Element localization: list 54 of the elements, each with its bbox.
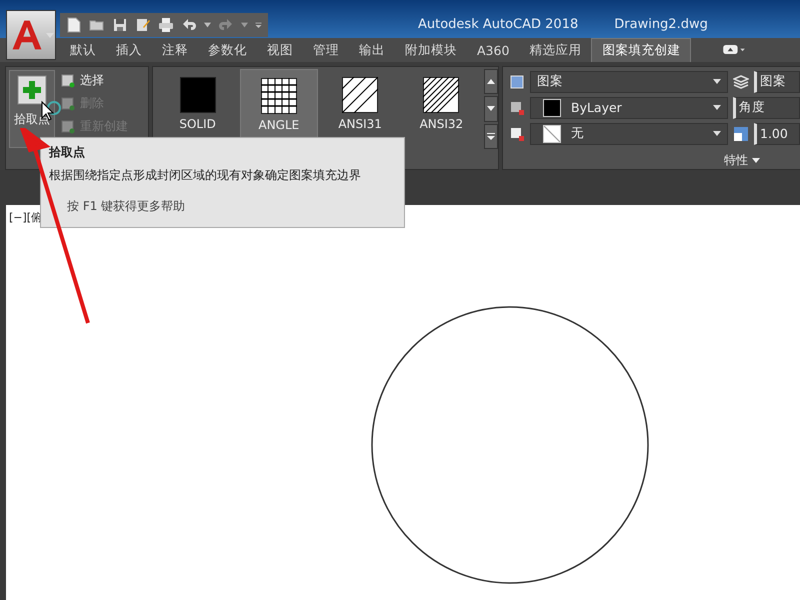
scale-field[interactable]: 1.00 [754, 122, 800, 144]
hatch-type-icon [509, 74, 525, 90]
boundary-tool-button[interactable]: 选择 [61, 72, 128, 89]
ribbon-tab[interactable]: 附加模块 [395, 38, 467, 62]
ribbon-tab[interactable]: 插入 [106, 38, 152, 62]
ribbon-tab[interactable]: 输出 [349, 38, 395, 62]
hatch-tool-icon [61, 96, 75, 110]
undo-icon[interactable] [181, 17, 197, 33]
gallery-expand-button[interactable] [484, 124, 498, 149]
customize-toolbar-icon[interactable] [255, 22, 262, 28]
application-menu-button[interactable] [6, 10, 56, 60]
caret-icon [713, 105, 721, 110]
gallery-scroll-up-button[interactable] [484, 69, 498, 94]
save-icon[interactable] [112, 17, 128, 33]
add-point-icon [17, 75, 47, 105]
background-color-icon [509, 126, 525, 142]
tooltip-help-text: 按 F1 键获得更多帮助 [66, 198, 186, 215]
ribbon-tab[interactable]: 参数化 [198, 38, 257, 62]
hatch-color-icon [509, 100, 525, 116]
color-swatch [543, 98, 561, 116]
caret-icon [713, 131, 721, 136]
hatch-tool-icon [61, 74, 75, 88]
down-arrow-icon [487, 106, 496, 112]
ribbon-tab[interactable]: 管理 [303, 38, 349, 62]
ribbon-tab[interactable]: A360 [467, 38, 520, 62]
up-arrow-icon [487, 79, 496, 84]
window-title: Autodesk AutoCAD 2018 [418, 17, 578, 32]
layers-icon[interactable] [733, 74, 749, 90]
ribbon-tab[interactable]: 注释 [152, 38, 198, 62]
hatch-tool-icon [61, 120, 75, 134]
caret-icon [752, 158, 760, 162]
panel-toggle-icon [723, 44, 746, 54]
caret-icon [713, 79, 721, 84]
ribbon-tab[interactable]: 默认 [60, 38, 106, 62]
ribbon-tab[interactable]: 精选应用 [519, 38, 592, 62]
caret-icon[interactable] [204, 22, 211, 28]
expand-icon [487, 132, 496, 140]
tooltip-description: 根据围绕指定点形成封闭区域的现有对象确定图案填充边界 [49, 167, 361, 184]
document-name: Drawing2.dwg [614, 17, 708, 32]
save-as-icon[interactable] [135, 17, 151, 33]
ribbon-tab[interactable]: 图案填充创建 [591, 38, 692, 62]
ribbon-tab[interactable]: 视图 [257, 38, 303, 62]
print-icon[interactable] [158, 17, 174, 33]
scale-icon [733, 126, 749, 142]
panel-title[interactable]: 特性 [503, 151, 800, 169]
gallery-scroll-down-button[interactable] [484, 96, 498, 122]
background-color-dropdown[interactable]: 无 [530, 122, 728, 144]
hatch-color-dropdown[interactable]: ByLayer [530, 96, 728, 118]
caret-icon [46, 32, 54, 38]
new-file-icon[interactable] [66, 17, 82, 33]
hatch-type-dropdown[interactable]: 图案 [530, 70, 728, 92]
angle-field[interactable]: 角度 [733, 96, 800, 118]
no-color-swatch [543, 124, 561, 142]
transparency-field[interactable]: 图案 [754, 70, 800, 92]
